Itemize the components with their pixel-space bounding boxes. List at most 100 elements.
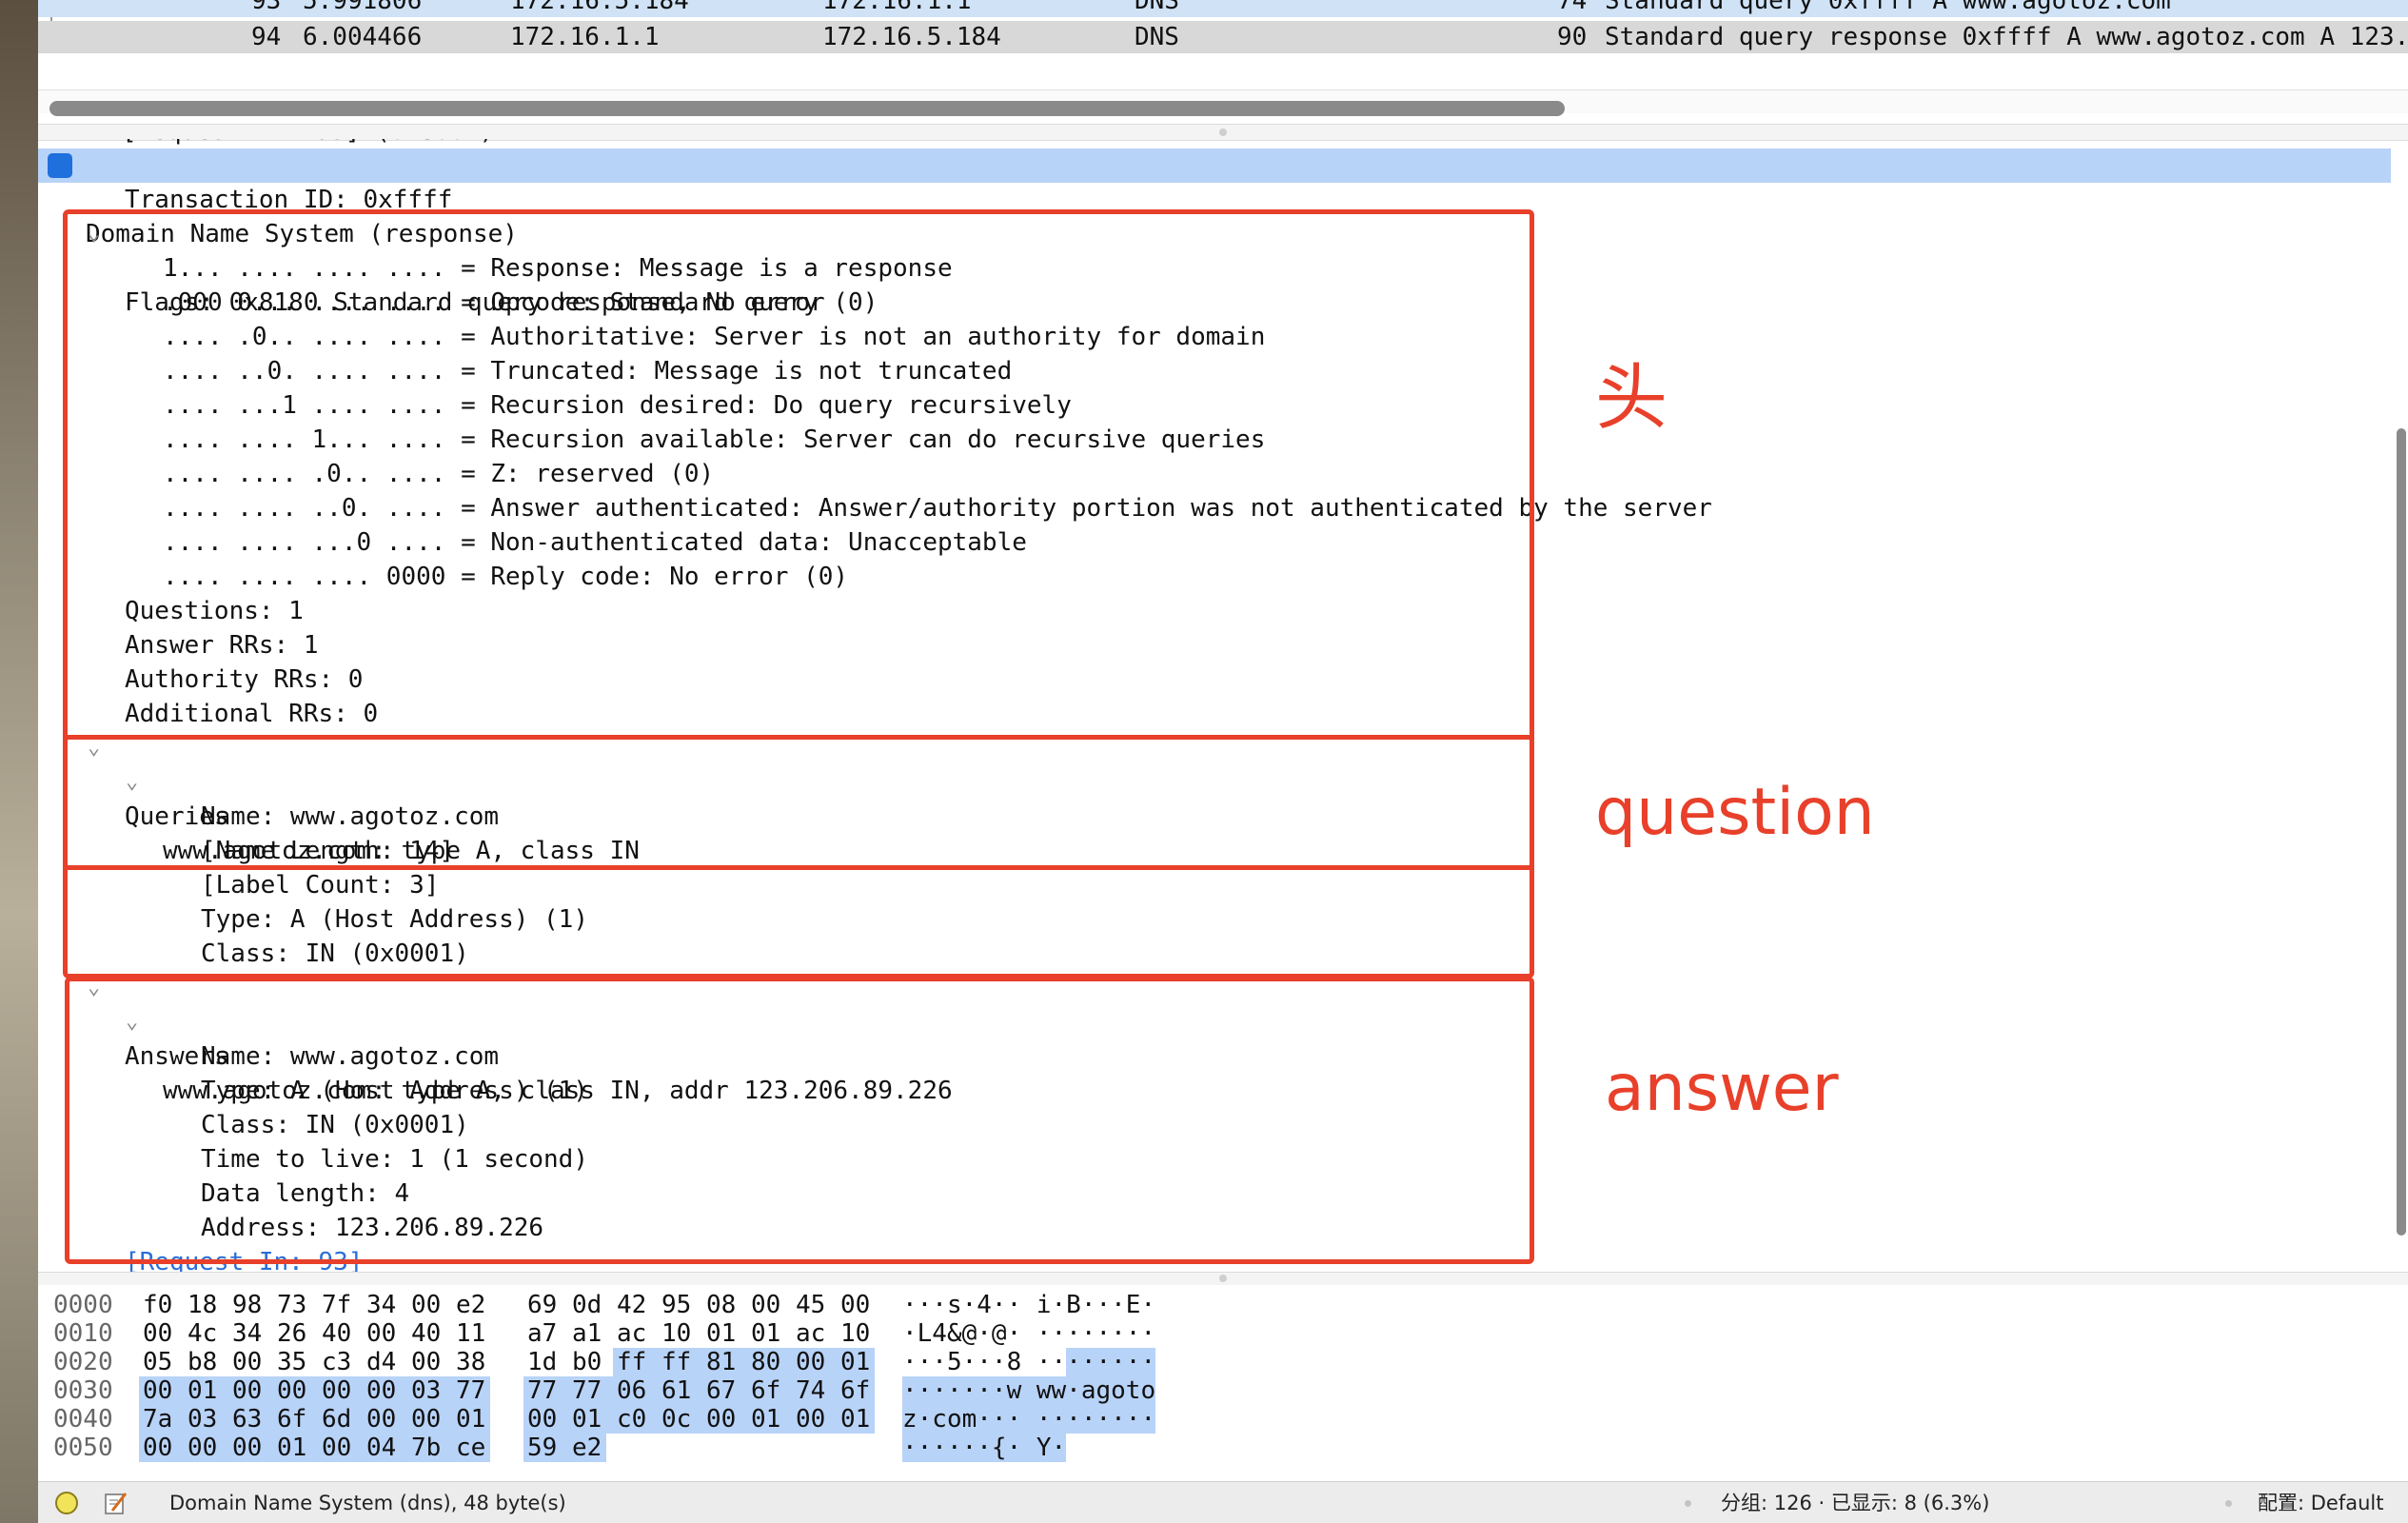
hex-byte[interactable]: 59	[523, 1434, 568, 1462]
hex-ascii[interactable]: ······{· Y·	[902, 1434, 1067, 1462]
hex-byte[interactable]: 00	[837, 1291, 875, 1319]
hex-byte[interactable]: ac	[613, 1319, 658, 1348]
hex-byte[interactable]: 40	[407, 1319, 452, 1348]
hex-byte[interactable]: 6f	[273, 1405, 318, 1434]
hex-byte[interactable]: 42	[613, 1291, 658, 1319]
hex-byte[interactable]: 40	[318, 1319, 363, 1348]
hex-byte[interactable]: 67	[702, 1376, 747, 1405]
hex-byte[interactable]: 18	[184, 1291, 228, 1319]
hex-byte[interactable]: 00	[228, 1434, 273, 1462]
hex-byte[interactable]: 01	[747, 1405, 792, 1434]
packet-bytes-pane[interactable]: 0000 f0 18 98 73 7f 34 00 e2 69 0d 42 95 08 00 45 00 ···s…	[38, 1285, 2408, 1481]
hex-byte[interactable]: 0d	[568, 1291, 613, 1319]
hex-byte[interactable]: b0	[568, 1348, 613, 1376]
hex-byte[interactable]: 34	[363, 1291, 407, 1319]
hex-byte[interactable]: 7a	[139, 1405, 184, 1434]
hex-byte[interactable]: c0	[613, 1405, 658, 1434]
hex-byte[interactable]: 00	[184, 1434, 228, 1462]
hex-byte[interactable]: 01	[568, 1405, 613, 1434]
hex-ascii[interactable]: ·L4&@·@· ········	[902, 1319, 1155, 1348]
hex-byte[interactable]: b8	[184, 1348, 228, 1376]
hex-byte[interactable]: 61	[658, 1376, 702, 1405]
hex-byte[interactable]: 00	[139, 1376, 184, 1405]
chevron-down-icon[interactable]	[48, 153, 187, 205]
hex-byte[interactable]: 98	[228, 1291, 273, 1319]
packet-details-pane[interactable]: [Request In: 93] (0x8001) Domain Name Sy…	[38, 139, 2408, 1272]
hex-byte[interactable]: 6f	[837, 1376, 875, 1405]
packet-list[interactable]: 93 5.991806 172.16.5.184 172.16.1.1 DNS …	[38, 0, 2408, 59]
packet-row[interactable]: 93 5.991806 172.16.5.184 172.16.1.1 DNS …	[38, 0, 2408, 17]
hex-ascii[interactable]: ···5···8 ········	[902, 1348, 1156, 1376]
hex-ascii[interactable]: ·······w ww·agoto	[902, 1376, 1156, 1405]
hex-byte[interactable]: 95	[658, 1291, 702, 1319]
hex-byte[interactable]: c3	[318, 1348, 363, 1376]
hex-byte[interactable]: 01	[452, 1405, 490, 1434]
hex-byte[interactable]: 38	[452, 1348, 490, 1376]
hex-byte[interactable]: 06	[613, 1376, 658, 1405]
hex-byte[interactable]: 03	[184, 1405, 228, 1434]
hex-byte[interactable]: ce	[452, 1434, 490, 1462]
hex-byte[interactable]: 00	[139, 1434, 184, 1462]
hex-byte[interactable]: 77	[452, 1376, 490, 1405]
hex-byte[interactable]: 34	[228, 1319, 273, 1348]
hex-byte[interactable]: 26	[273, 1319, 318, 1348]
hex-byte[interactable]: e2	[452, 1291, 490, 1319]
hex-byte[interactable]: 01	[273, 1434, 318, 1462]
hex-byte[interactable]: 00	[363, 1319, 407, 1348]
hex-byte[interactable]: 77	[568, 1376, 613, 1405]
hex-byte[interactable]: 77	[523, 1376, 568, 1405]
hex-byte[interactable]: 00	[747, 1291, 792, 1319]
hex-byte[interactable]: 4c	[184, 1319, 228, 1348]
hex-byte[interactable]: d4	[363, 1348, 407, 1376]
hex-byte[interactable]: 03	[407, 1376, 452, 1405]
hex-byte[interactable]: 6d	[318, 1405, 363, 1434]
hex-byte[interactable]: 01	[184, 1376, 228, 1405]
hex-byte[interactable]: 00	[228, 1348, 273, 1376]
hex-byte[interactable]: a7	[523, 1319, 568, 1348]
vertical-scrollbar-thumb[interactable]	[2397, 428, 2406, 1236]
hex-byte[interactable]: 00	[407, 1348, 452, 1376]
hex-byte[interactable]: 01	[702, 1319, 747, 1348]
hex-byte[interactable]: 6f	[747, 1376, 792, 1405]
hex-byte[interactable]: 74	[792, 1376, 837, 1405]
hex-byte[interactable]: 00	[228, 1376, 273, 1405]
hex-byte[interactable]: 04	[363, 1434, 407, 1462]
hex-byte[interactable]: f0	[139, 1291, 184, 1319]
hex-byte[interactable]: 00	[318, 1376, 363, 1405]
hex-byte[interactable]: 7b	[407, 1434, 452, 1462]
hex-byte[interactable]: 00	[363, 1376, 407, 1405]
hex-byte[interactable]: 80	[747, 1348, 792, 1376]
hex-ascii[interactable]: z·com··· ········	[902, 1405, 1156, 1434]
status-profile[interactable]: 配置: Default	[2258, 1482, 2383, 1523]
hex-ascii[interactable]: ···s·4·· i·B···E·	[902, 1291, 1155, 1319]
hex-byte[interactable]: 00	[792, 1348, 837, 1376]
horizontal-scrollbar-thumb[interactable]	[49, 101, 1565, 116]
hex-byte[interactable]: ff	[613, 1348, 658, 1376]
packet-row-selected[interactable]: 94 6.004466 172.16.1.1 172.16.5.184 DNS …	[38, 21, 2408, 53]
hex-byte[interactable]: 63	[228, 1405, 273, 1434]
hex-byte[interactable]: 73	[273, 1291, 318, 1319]
hex-byte[interactable]: 01	[837, 1405, 875, 1434]
hex-byte[interactable]: 11	[452, 1319, 490, 1348]
hex-byte[interactable]: 69	[523, 1291, 568, 1319]
hex-byte[interactable]: ff	[658, 1348, 702, 1376]
hex-byte[interactable]: 1d	[523, 1348, 568, 1376]
hex-byte[interactable]: 00	[139, 1319, 184, 1348]
edit-comment-icon[interactable]	[103, 1490, 129, 1516]
hex-byte[interactable]: a1	[568, 1319, 613, 1348]
hex-byte[interactable]: 00	[407, 1405, 452, 1434]
hex-byte[interactable]: 00	[792, 1405, 837, 1434]
hex-byte[interactable]: 05	[139, 1348, 184, 1376]
hex-byte[interactable]: 00	[363, 1405, 407, 1434]
hex-byte[interactable]: ac	[792, 1319, 837, 1348]
hex-byte[interactable]: e2	[568, 1434, 606, 1462]
hex-byte[interactable]: 10	[837, 1319, 875, 1348]
tree-row-dns[interactable]: Domain Name System (response)	[38, 148, 2391, 248]
hex-byte[interactable]: 00	[273, 1376, 318, 1405]
hex-byte[interactable]: 35	[273, 1348, 318, 1376]
hex-byte[interactable]: 01	[747, 1319, 792, 1348]
hex-byte[interactable]: 08	[702, 1291, 747, 1319]
hex-byte[interactable]: 45	[792, 1291, 837, 1319]
hex-byte[interactable]: 0c	[658, 1405, 702, 1434]
hex-byte[interactable]: 01	[837, 1348, 875, 1376]
